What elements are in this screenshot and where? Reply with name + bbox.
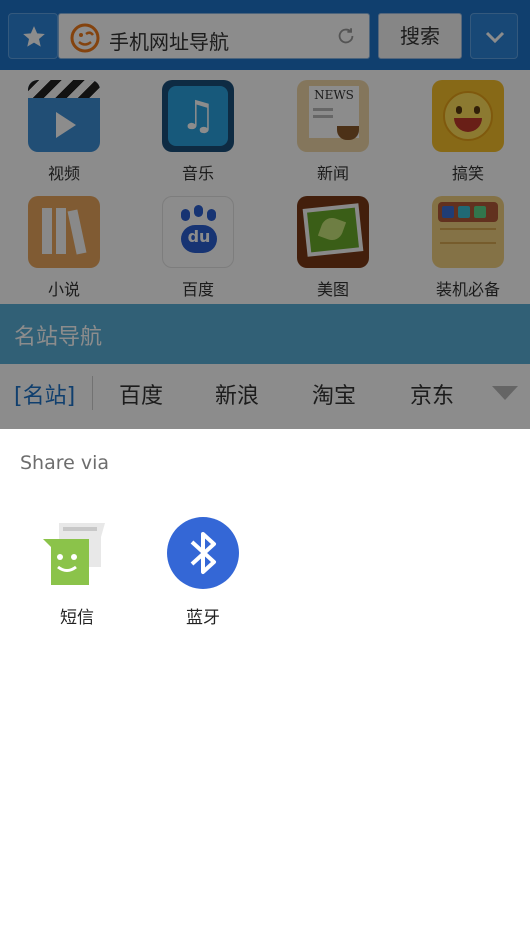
share-target-sms[interactable]: 短信 (22, 517, 132, 628)
share-sheet-title: Share via (20, 452, 110, 474)
dim-scrim[interactable] (0, 0, 530, 430)
share-target-label: 蓝牙 (186, 608, 220, 628)
share-target-bluetooth[interactable]: 蓝牙 (148, 517, 258, 628)
bluetooth-icon (165, 517, 241, 593)
browser-page: 手机网址导航 搜索 视频 ♫ 音乐 NEWS 新闻 搞笑 小说 du 百度 美图… (0, 0, 530, 430)
share-target-label: 短信 (60, 608, 94, 628)
share-sheet: Share via 短信 蓝牙 (0, 429, 530, 925)
messaging-icon (39, 517, 115, 593)
